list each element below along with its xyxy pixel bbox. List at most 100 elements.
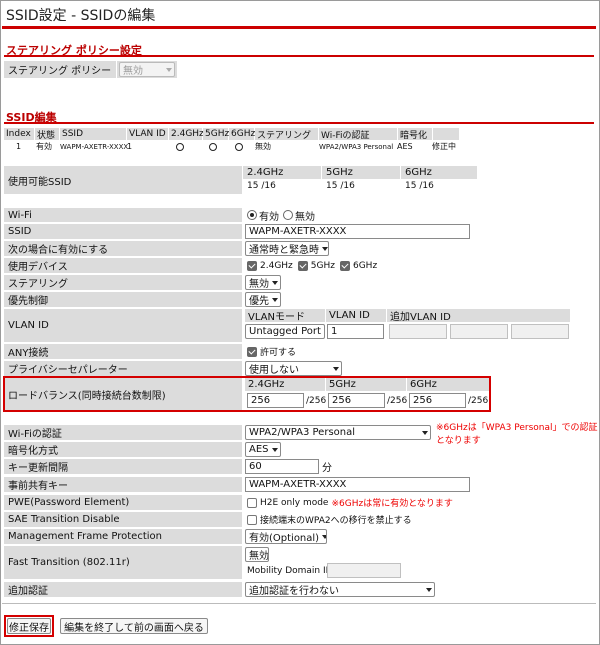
chevron-down-icon <box>166 67 172 72</box>
ft-select[interactable]: 無効 <box>245 547 269 562</box>
vlan-add-input-2[interactable] <box>450 324 508 339</box>
title-divider <box>2 26 596 29</box>
devices-checks: 2.4GHz 5GHz 6GHz <box>247 258 377 273</box>
auth-note: ※6GHzは「WPA3 Personal」での認証となります <box>436 422 598 446</box>
col-blank <box>433 128 459 140</box>
chevron-down-icon <box>422 430 428 435</box>
bottom-divider <box>2 603 596 604</box>
device-5-checkbox[interactable] <box>297 260 308 271</box>
any-label: ANY接続 <box>4 344 242 359</box>
steering-select[interactable]: 無効 <box>245 275 281 290</box>
ft-domain-input[interactable] <box>327 563 401 578</box>
pwe-checkbox[interactable] <box>247 497 257 508</box>
priority-label: 優先制御 <box>4 292 242 307</box>
row-5ghz <box>209 141 217 152</box>
auth-label: Wi-Fiの認証 <box>4 425 242 440</box>
key-interval-input[interactable]: 60 <box>245 459 319 474</box>
steering-policy-value: 無効 <box>123 66 143 77</box>
ft-label: Fast Transition (802.11r) <box>4 546 242 579</box>
chevron-down-icon <box>322 534 326 539</box>
chevron-down-icon <box>272 280 278 285</box>
row-auth: WPA2/WPA3 Personal <box>319 142 394 151</box>
any-checkbox[interactable] <box>247 346 257 357</box>
privacy-select[interactable]: 使用しない <box>245 361 342 376</box>
priority-select[interactable]: 優先 <box>245 292 281 307</box>
device-5-label: 5GHz <box>310 260 335 271</box>
row-state: 有効 <box>36 142 52 151</box>
avail-value-5: 15 /16 <box>326 181 355 191</box>
vlan-add-input-3[interactable] <box>511 324 569 339</box>
col-vlan: VLAN ID <box>127 128 168 140</box>
device-24-checkbox[interactable] <box>247 260 257 271</box>
page-title: SSID設定 - SSIDの編集 <box>6 8 156 24</box>
circle-icon <box>176 142 184 151</box>
mfp-select[interactable]: 有効(Optional) <box>245 529 327 544</box>
vlan-mode-value: Untagged Port <box>249 326 321 337</box>
vlan-id-input[interactable]: 1 <box>327 324 384 339</box>
privacy-label: プライバシーセパレーター <box>4 361 242 376</box>
extra-auth-select[interactable]: 追加認証を行わない <box>245 582 435 597</box>
encryption-select[interactable]: AES <box>245 442 281 457</box>
sae-checkbox[interactable] <box>247 514 257 525</box>
wifi-off-radio[interactable] <box>283 210 293 220</box>
steering-divider <box>4 55 594 57</box>
vlan-mode-header: VLANモード <box>245 309 325 323</box>
col-steering: ステアリング <box>255 128 318 141</box>
pwe-note: ※6GHzは常に有効となります <box>331 499 453 509</box>
enable-when-value: 通常時と緊急時 <box>249 245 319 256</box>
steering-policy-select[interactable]: 無効 <box>119 62 175 77</box>
ft-domain-label: Mobility Domain ID <box>247 565 333 576</box>
vlan-mode-select[interactable]: Untagged Port <box>245 324 325 339</box>
avail-band-5: 5GHz <box>322 166 400 179</box>
ft-value: 無効 <box>249 551 269 562</box>
row-vlan: 1 <box>127 142 133 151</box>
psk-input[interactable]: WAPM-AXETR-XXXX <box>245 477 470 492</box>
encryption-label: 暗号化方式 <box>4 442 242 457</box>
sae-wrap: 接続端末のWPA2への移行を禁止する <box>247 512 412 527</box>
vlan-add-header: 追加VLAN ID <box>387 309 570 323</box>
load-balance-highlight <box>3 376 491 412</box>
ssid-edit-divider <box>4 122 594 124</box>
any-check-wrap: 許可する <box>247 344 296 359</box>
wifi-on-label: 有効 <box>259 211 279 223</box>
wifi-on-radio[interactable] <box>247 210 257 220</box>
col-24ghz: 2.4GHz <box>169 128 204 140</box>
device-6-checkbox[interactable] <box>339 260 350 271</box>
chevron-down-icon <box>272 447 278 452</box>
row-index: 1 <box>16 142 22 151</box>
col-ssid: SSID <box>60 128 126 140</box>
steering-value: 無効 <box>249 279 269 290</box>
vlan-add-input-1[interactable] <box>389 324 447 339</box>
back-button[interactable]: 編集を終了して前の画面へ戻る <box>60 618 208 634</box>
pwe-check-label: H2E only mode <box>260 497 329 508</box>
circle-icon <box>235 142 243 151</box>
auth-select[interactable]: WPA2/WPA3 Personal <box>245 425 431 440</box>
col-auth: Wi-Fiの認証 <box>319 128 397 141</box>
pwe-wrap: H2E only mode ※6GHzは常に有効となります <box>247 495 453 510</box>
ssid-label: SSID <box>4 224 242 239</box>
steering-label: ステアリング <box>4 275 242 290</box>
col-state: 状態 <box>35 128 59 141</box>
chevron-down-icon <box>426 587 432 592</box>
enable-when-label: 次の場合に有効にする <box>4 241 242 256</box>
save-highlight <box>4 615 54 637</box>
device-6-label: 6GHz <box>352 260 378 271</box>
steering-policy-cell: 無効 <box>117 61 177 78</box>
privacy-value: 使用しない <box>249 365 299 376</box>
chevron-down-icon <box>322 246 328 251</box>
enable-when-select[interactable]: 通常時と緊急時 <box>245 241 329 256</box>
sae-check-label: 接続端末のWPA2への移行を禁止する <box>260 516 412 526</box>
key-interval-unit: 分 <box>322 463 332 474</box>
row-6ghz <box>235 141 243 152</box>
ssid-input[interactable]: WAPM-AXETR-XXXX <box>245 224 470 239</box>
chevron-down-icon <box>272 297 278 302</box>
row-ssid: WAPM-AXETR-XXXX <box>60 142 129 151</box>
avail-value-6: 15 /16 <box>405 181 434 191</box>
device-24-label: 2.4GHz <box>260 260 293 271</box>
col-6ghz: 6GHz <box>229 128 256 140</box>
psk-label: 事前共有キー <box>4 477 242 492</box>
available-ssid-label: 使用可能SSID <box>4 166 242 194</box>
mfp-label: Management Frame Protection <box>4 529 242 544</box>
steering-policy-label: ステアリング ポリシー <box>4 61 116 78</box>
col-index: Index <box>4 128 34 140</box>
